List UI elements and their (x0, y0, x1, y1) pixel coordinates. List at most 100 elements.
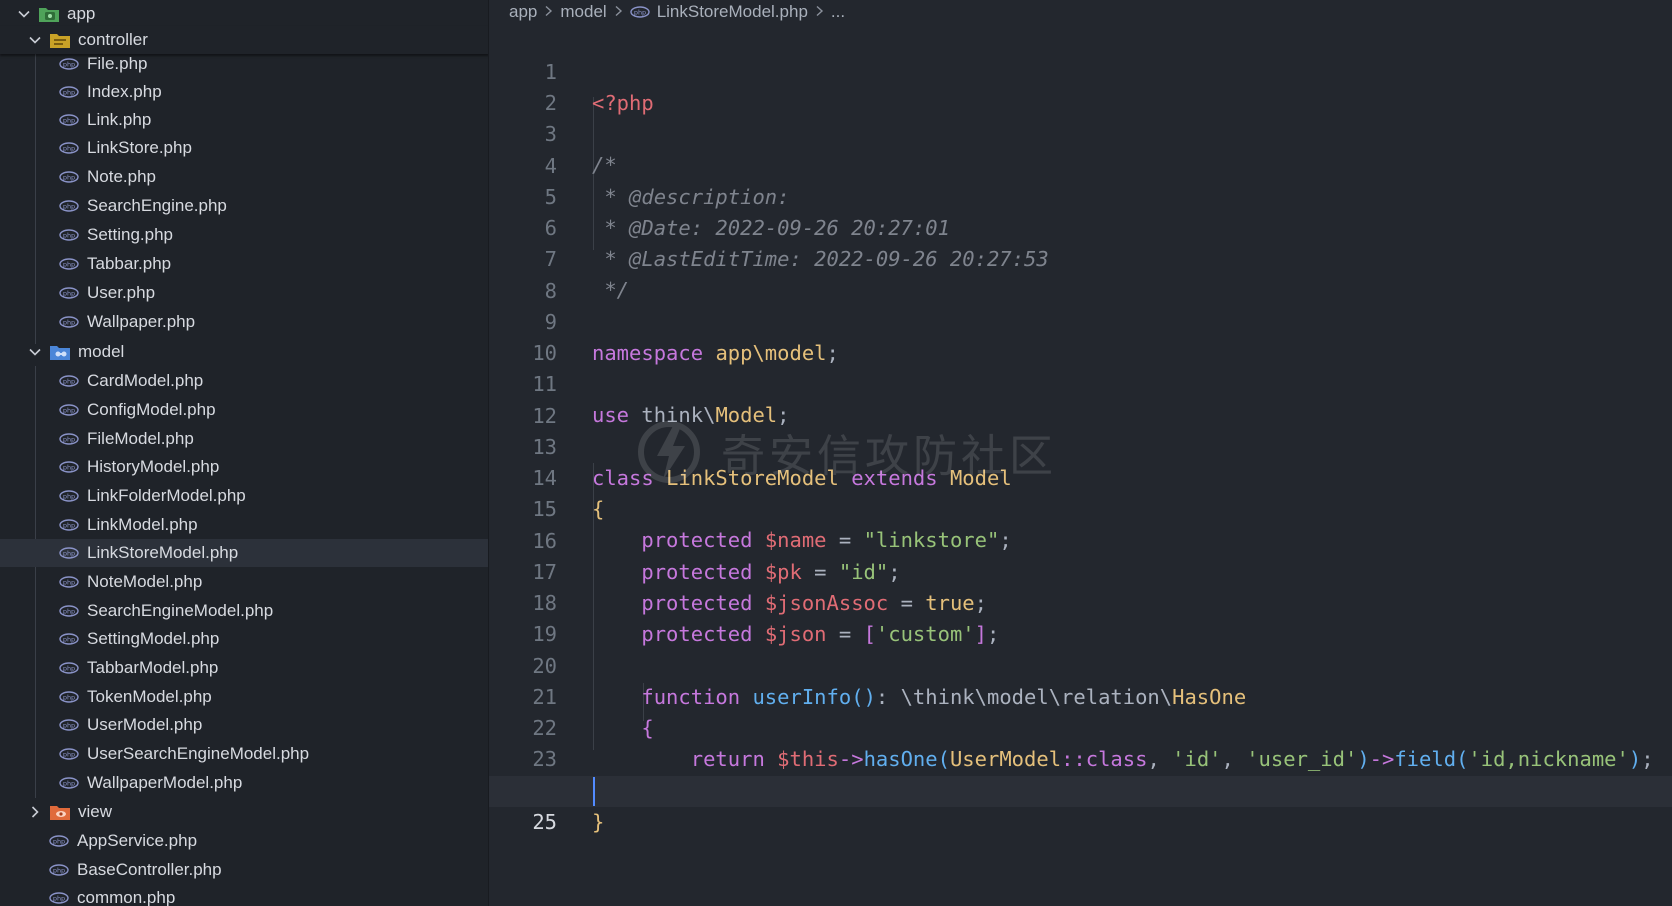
file-item-selected[interactable]: php LinkStoreModel.php (0, 539, 488, 567)
file-item[interactable]: php HistoryModel.php (0, 453, 488, 481)
line-number: 25 (532, 810, 557, 834)
chevron-down-icon[interactable] (16, 6, 32, 22)
folder-controller[interactable]: controller (0, 26, 488, 54)
code-line[interactable]: 6 * @LastEditTime: 2022-09-26 20:27:53 (489, 182, 1672, 271)
folder-app[interactable]: app (0, 0, 488, 28)
php-file-icon: php (59, 85, 79, 99)
code-line[interactable]: 11 use think\Model; (489, 338, 1672, 427)
svg-text:php: php (53, 838, 65, 846)
code-line[interactable]: 21 { (489, 651, 1672, 740)
file-item[interactable]: php BaseController.php (0, 856, 488, 884)
chevron-right-icon (815, 4, 824, 21)
php-file-icon: php (49, 863, 69, 877)
file-item[interactable]: php SearchEngineModel.php (0, 597, 488, 625)
breadcrumb-item[interactable]: ... (831, 2, 845, 22)
code-line[interactable]: 16 protected $pk = "id"; (489, 495, 1672, 584)
code-line[interactable]: 17 protected $jsonAssoc = true; (489, 526, 1672, 615)
code-line[interactable]: 14 { (489, 432, 1672, 521)
file-item[interactable]: php LinkModel.php (0, 511, 488, 539)
code-line[interactable]: 2 (489, 57, 1672, 115)
chevron-down-icon[interactable] (27, 32, 43, 48)
file-item[interactable]: php Link.php (0, 106, 488, 134)
code-line[interactable]: 12 (489, 370, 1672, 428)
svg-text:php: php (63, 780, 75, 788)
code-line[interactable]: 4 * @description: (489, 120, 1672, 209)
code-line[interactable]: 7 */ (489, 213, 1672, 302)
code-line[interactable]: 8 (489, 245, 1672, 303)
code-line[interactable]: 15 protected $name = "linkstore"; (489, 463, 1672, 552)
folder-view[interactable]: view (0, 798, 488, 826)
php-file-icon: php (59, 228, 79, 242)
code-line[interactable]: 22 return $this->hasOne(UserModel::class… (489, 682, 1672, 771)
file-label: TabbarModel.php (87, 658, 219, 677)
file-item[interactable]: php UserModel.php (0, 711, 488, 739)
file-item[interactable]: php FileModel.php (0, 425, 488, 453)
file-label: SearchEngine.php (87, 196, 227, 215)
folder-app-label: app (67, 4, 96, 23)
breadcrumb-item[interactable]: app (509, 2, 537, 22)
code-line[interactable]: 20 function userInfo(): \think\model\rel… (489, 620, 1672, 709)
breadcrumb-item[interactable]: LinkStoreModel.php (657, 2, 808, 22)
file-item[interactable]: php Tabbar.php (0, 250, 488, 278)
file-item[interactable]: php WallpaperModel.php (0, 769, 488, 797)
code-line[interactable]: 23 } (489, 713, 1672, 802)
file-label: BaseController.php (77, 860, 222, 879)
code-line[interactable]: 9 namespace app\model; (489, 276, 1672, 365)
code-line[interactable]: 19 (489, 588, 1672, 646)
file-item[interactable]: php Index.php (0, 78, 488, 106)
file-explorer: app controller php File.php php Index.php … (0, 0, 489, 906)
php-file-icon: php (59, 604, 79, 618)
svg-text:php: php (63, 436, 75, 444)
breadcrumb-item[interactable]: model (560, 2, 606, 22)
folder-model-label: model (78, 342, 125, 361)
code-line[interactable]: 24 } (489, 745, 1672, 834)
php-file-icon: php (59, 690, 79, 704)
folder-controller-label: controller (78, 30, 148, 49)
file-item[interactable]: php CardModel.php (0, 367, 488, 395)
file-item[interactable]: php SearchEngine.php (0, 192, 488, 220)
file-item[interactable]: php common.php (0, 884, 488, 906)
chevron-right-icon[interactable] (27, 804, 43, 820)
svg-text:php: php (63, 579, 75, 587)
php-file-icon: php (59, 489, 79, 503)
folder-view-icon (49, 803, 71, 821)
file-item[interactable]: php NoteModel.php (0, 568, 488, 596)
svg-text:php: php (63, 232, 75, 240)
file-item[interactable]: php AppService.php (0, 827, 488, 855)
php-file-icon: php (59, 257, 79, 271)
file-item[interactable]: php LinkFolderModel.php (0, 482, 488, 510)
php-file-icon: php (59, 374, 79, 388)
code-line[interactable]: 1 <?php (489, 26, 1672, 115)
svg-text:php: php (63, 319, 75, 327)
code-line[interactable]: 5 * @Date: 2022-09-26 20:27:01 (489, 151, 1672, 240)
file-item[interactable]: php Note.php (0, 163, 488, 191)
file-item[interactable]: php Setting.php (0, 221, 488, 249)
code-line-current[interactable]: 25 (489, 776, 1672, 834)
php-file-icon: php (59, 286, 79, 300)
php-file-icon: php (59, 460, 79, 474)
file-label: TokenModel.php (87, 687, 212, 706)
chevron-down-icon[interactable] (27, 344, 43, 360)
folder-model[interactable]: model (0, 338, 488, 366)
code-editor[interactable]: app model php LinkStoreModel.php ... 1 <… (489, 0, 1672, 906)
file-item[interactable]: php UserSearchEngineModel.php (0, 740, 488, 768)
code-line[interactable]: 13 class LinkStoreModel extends Model (489, 401, 1672, 490)
file-item[interactable]: php Wallpaper.php (0, 308, 488, 336)
php-file-icon: php (59, 315, 79, 329)
file-item[interactable]: php SettingModel.php (0, 625, 488, 653)
file-item[interactable]: php TabbarModel.php (0, 654, 488, 682)
code-line[interactable]: 3 /* (489, 88, 1672, 177)
file-label: File.php (87, 54, 148, 73)
file-label: AppService.php (77, 831, 198, 850)
svg-text:php: php (63, 522, 75, 530)
file-item[interactable]: php User.php (0, 279, 488, 307)
file-item[interactable]: php TokenModel.php (0, 683, 488, 711)
php-file-icon: php (59, 632, 79, 646)
svg-text:php: php (63, 751, 75, 759)
file-item[interactable]: php File.php (0, 50, 488, 78)
folder-controller-icon (49, 31, 71, 49)
file-item[interactable]: php ConfigModel.php (0, 396, 488, 424)
code-line[interactable]: 18 protected $json = ['custom']; (489, 557, 1672, 646)
code-line[interactable]: 10 (489, 307, 1672, 365)
file-item[interactable]: php LinkStore.php (0, 134, 488, 162)
